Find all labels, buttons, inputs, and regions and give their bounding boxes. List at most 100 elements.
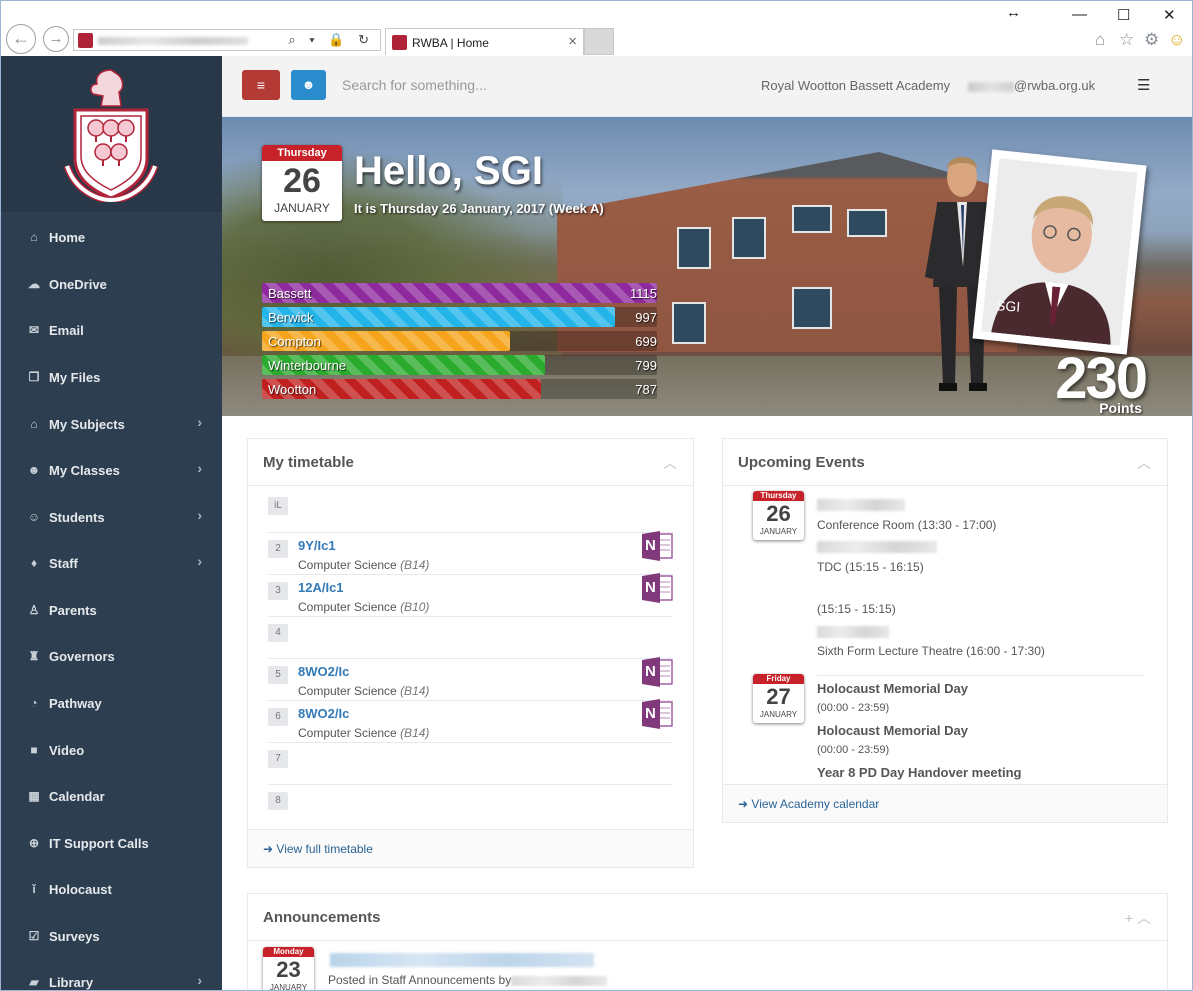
feedback-smiley-icon[interactable]: ☺ [1168, 30, 1185, 50]
hero-banner: Thursday 26 JANUARY Hello, SGI It is Thu… [222, 117, 1192, 416]
chevron-right-icon: › [197, 972, 202, 988]
cal-month: JANUARY [269, 983, 308, 991]
address-bar[interactable]: ⌕ ▾ 🔒 ↻ [73, 29, 381, 51]
lesson-class-link[interactable]: 9Y/Ic1 [298, 538, 336, 553]
announcements-panel: Announcements + ︿ Monday 23 JANUARY Post… [247, 893, 1168, 991]
governor-icon: ♜ [28, 649, 40, 663]
close-button[interactable]: ✕ [1163, 6, 1176, 24]
house-name: Winterbourne [268, 358, 347, 373]
sidebar-item-video[interactable]: ■ Video [1, 729, 222, 773]
lesson-class-link[interactable]: 8WO2/Ic [298, 706, 349, 721]
house-points-value: 1115 [602, 283, 657, 303]
minimize-button[interactable]: — [1072, 6, 1087, 23]
settings-gear-icon[interactable]: ⚙ [1144, 30, 1159, 50]
row-divider [268, 700, 673, 701]
book-icon: ▰ [29, 975, 39, 989]
browser-chrome: ← → ⌕ ▾ 🔒 ↻ RWBA | Home × ↔ — ☐ ✕ ⌂ ☆ ⚙ … [1, 1, 1192, 56]
event-title-redacted [817, 626, 889, 638]
view-academy-calendar-link[interactable]: ➜ View Academy calendar [738, 797, 879, 811]
lesson-room: (B10) [400, 600, 430, 614]
sidebar-item-label: My Files [49, 370, 101, 385]
collapse-icon[interactable]: ︿ [1137, 453, 1151, 473]
onenote-icon[interactable]: N [642, 531, 674, 561]
sidebar-item-pathway[interactable]: ◔ Pathway [1, 682, 222, 726]
back-button[interactable]: ← [6, 24, 36, 54]
onenote-icon[interactable]: N [642, 657, 674, 687]
greeting: Hello, SGI [354, 149, 543, 193]
lesson-class-link[interactable]: 8WO2/Ic [298, 664, 349, 679]
house-name: Bassett [268, 286, 312, 301]
expand-collapse-icons[interactable]: + ︿ [1125, 908, 1151, 928]
event-detail: (00:00 - 23:59) [817, 744, 890, 756]
house-points-text: 997 [635, 310, 657, 325]
collapse-icon[interactable]: ︿ [663, 453, 677, 473]
event-detail: (00:00 - 23:59) [817, 702, 890, 714]
profile-button[interactable]: ☻ [291, 70, 326, 100]
menu-toggle-button[interactable]: ≡ [242, 70, 280, 100]
sidebar-item-calendar[interactable]: ▦ Calendar [1, 775, 222, 819]
home-icon[interactable]: ⌂ [1095, 30, 1105, 50]
event-title[interactable]: Year 8 PD Day Handover meeting [817, 765, 1021, 780]
logo-area [1, 56, 222, 212]
event-detail: Sixth Form Lecture Theatre (16:00 - 17:3… [817, 644, 1045, 658]
favorites-star-icon[interactable]: ☆ [1119, 30, 1134, 50]
cal-day: Friday [753, 674, 804, 684]
list-menu-icon[interactable]: ☰ [1137, 76, 1150, 94]
cal-date: 26 [766, 501, 791, 526]
sidebar-item-label: Video [49, 743, 85, 758]
new-tab-button[interactable] [584, 28, 614, 55]
sidebar-item-staff[interactable]: ♦ Staff › [1, 542, 222, 586]
sidebar-item-library[interactable]: ▰ Library › [1, 961, 222, 990]
sidebar-item-onedrive[interactable]: ☁ OneDrive [1, 263, 222, 307]
announcements-title: Announcements [263, 909, 381, 926]
house-bar-bassett: Bassett [262, 283, 657, 303]
event-date-calendar: Friday 27 JANUARY [753, 674, 804, 723]
sidebar-item-email[interactable]: ✉ Email [1, 309, 222, 353]
cal-day: Thursday [262, 145, 342, 161]
lesson-room: (B14) [400, 558, 430, 572]
timetable-title: My timetable [263, 454, 354, 471]
sidebar-item-students[interactable]: ☺ Students › [1, 496, 222, 540]
lesson-subject-name: Computer Science [298, 600, 397, 614]
cal-month: JANUARY [759, 710, 798, 719]
onenote-icon[interactable]: N [642, 573, 674, 603]
announcement-title-redacted[interactable] [330, 953, 594, 967]
sidebar-item-holocaust[interactable]: ǐ Holocaust [1, 868, 222, 912]
view-academy-calendar-label: View Academy calendar [751, 797, 880, 811]
browser-tab[interactable]: RWBA | Home × [385, 28, 584, 55]
resize-icon: ↔ [1006, 4, 1021, 21]
forward-button[interactable]: → [43, 26, 69, 52]
tab-close-icon[interactable]: × [568, 33, 577, 50]
event-title-redacted [817, 499, 905, 511]
email-domain: @rwba.org.uk [1014, 78, 1096, 93]
building-window [672, 302, 706, 344]
house-points-value: 799 [602, 355, 657, 375]
house-points-text: 799 [635, 358, 657, 373]
sidebar-item-parents[interactable]: ♙ Parents [1, 589, 222, 633]
sidebar-item-home[interactable]: ⌂ Home [1, 216, 222, 260]
sidebar-item-governors[interactable]: ♜ Governors [1, 635, 222, 679]
lesson-subject-name: Computer Science [298, 684, 397, 698]
sidebar-item-label: Home [49, 230, 86, 245]
author-redacted [511, 975, 608, 986]
event-date-calendar: Thursday 26 JANUARY [753, 491, 804, 540]
lesson-subject: Computer Science (B14) [298, 558, 429, 572]
period-number: 6 [268, 708, 288, 726]
sidebar-item-my-files[interactable]: ❐ My Files [1, 356, 222, 400]
row-divider [268, 658, 673, 659]
sidebar-item-label: Library [49, 975, 94, 990]
address-icons[interactable]: ⌕ ▾ 🔒 ↻ [288, 32, 374, 48]
lesson-class-link[interactable]: 12A/Ic1 [298, 580, 344, 595]
search-input[interactable] [342, 70, 642, 100]
sidebar-item-surveys[interactable]: ☑ Surveys [1, 915, 222, 959]
view-full-timetable-link[interactable]: ➜ View full timetable [263, 842, 373, 856]
onenote-icon[interactable]: N [642, 699, 674, 729]
event-title[interactable]: Holocaust Memorial Day [817, 723, 968, 738]
sidebar-item-my-subjects[interactable]: ⌂ My Subjects › [1, 403, 222, 447]
sidebar-item-it-support-calls[interactable]: ⊕ IT Support Calls [1, 822, 222, 866]
house-bar-wootton: Wootton [262, 379, 541, 399]
sidebar-item-my-classes[interactable]: ☻ My Classes › [1, 449, 222, 493]
maximize-button[interactable]: ☐ [1117, 6, 1130, 24]
building-window [732, 217, 766, 259]
event-title[interactable]: Holocaust Memorial Day [817, 681, 968, 696]
